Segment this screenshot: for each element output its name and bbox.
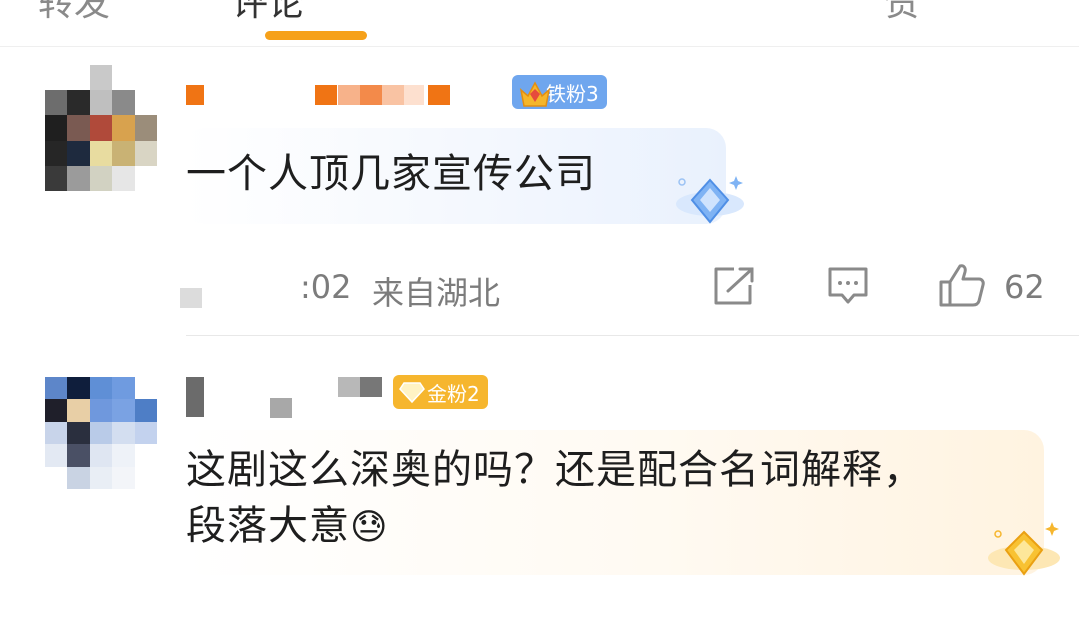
- comment-text[interactable]: 段落大意😓: [186, 498, 389, 556]
- username-redacted[interactable]: [186, 377, 204, 417]
- username-redacted[interactable]: [186, 85, 204, 105]
- tab-comments[interactable]: 评论: [232, 0, 304, 26]
- username-redacted: [338, 377, 360, 397]
- username-redacted: [360, 85, 382, 105]
- avatar[interactable]: [45, 377, 157, 489]
- gold-diamond-decoration-icon: [980, 520, 1070, 586]
- crown-icon: [518, 80, 552, 115]
- tab-divider: [0, 46, 1079, 47]
- comment-text[interactable]: 这剧这么深奥的吗？还是配合名词解释，: [186, 442, 924, 498]
- username-redacted: [404, 85, 424, 105]
- avatar[interactable]: [45, 65, 157, 191]
- share-icon[interactable]: [712, 265, 756, 311]
- username-redacted: [338, 85, 360, 105]
- fan-badge-iron[interactable]: 铁粉3: [512, 75, 607, 109]
- username-redacted: [428, 85, 450, 105]
- thumbs-up-icon[interactable]: [938, 262, 986, 312]
- username-redacted: [360, 377, 382, 397]
- tab-active-indicator: [265, 31, 367, 40]
- diamond-decoration-icon: [670, 170, 750, 234]
- fan-badge-label: 金粉2: [427, 381, 480, 406]
- tab-repost[interactable]: 转发: [38, 0, 110, 26]
- username-redacted: [270, 398, 292, 418]
- comment-location: 来自湖北: [372, 274, 501, 312]
- time-redacted: [180, 288, 202, 308]
- tab-likes[interactable]: 赞: [884, 0, 920, 26]
- comment-icon[interactable]: [826, 265, 870, 311]
- comment-text-line: 段落大意: [186, 503, 350, 549]
- username-redacted: [382, 85, 404, 105]
- comment-time: :02: [300, 268, 352, 306]
- username-redacted: [315, 85, 337, 105]
- comment-divider: [186, 335, 1079, 336]
- fan-badge-gold[interactable]: 金粉2: [393, 375, 488, 409]
- like-count: 62: [1004, 268, 1045, 306]
- sweat-emoji: 😓: [350, 507, 389, 548]
- fan-badge-label: 铁粉3: [546, 81, 599, 106]
- comment-text[interactable]: 一个人顶几家宣传公司: [186, 146, 596, 202]
- diamond-icon: [399, 380, 425, 409]
